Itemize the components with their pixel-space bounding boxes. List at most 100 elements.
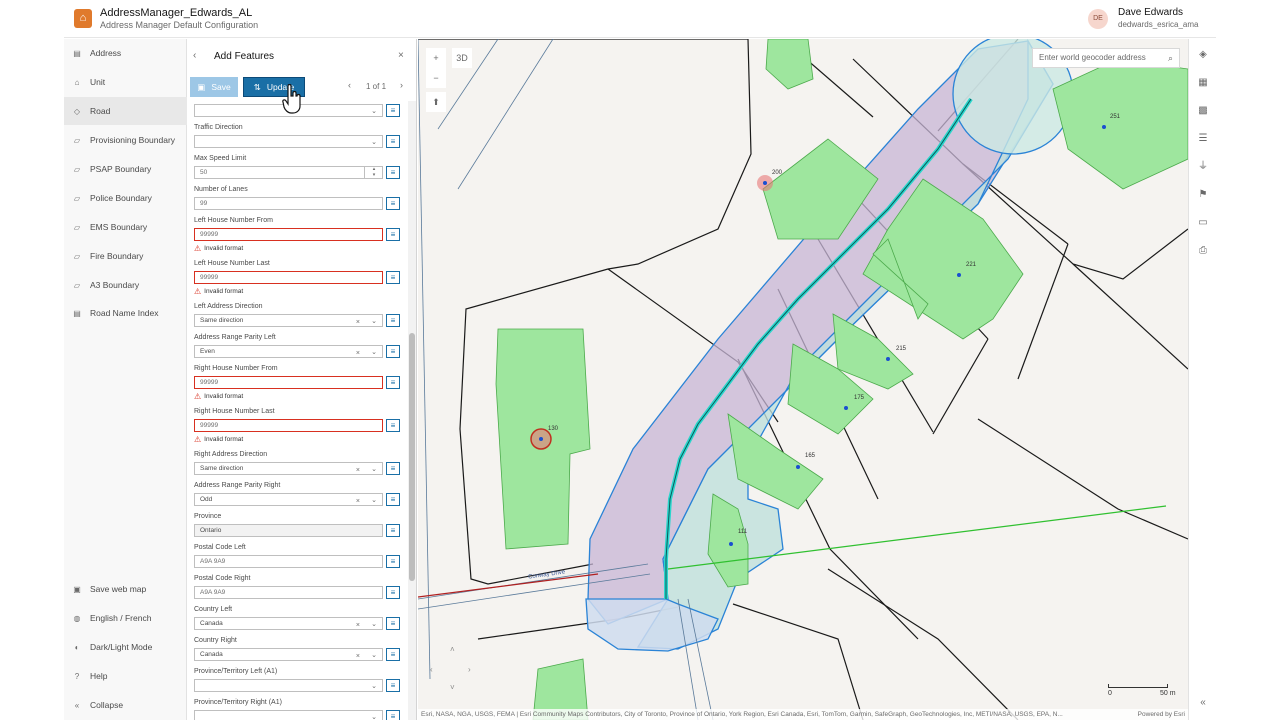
next-page-icon[interactable]: › bbox=[400, 80, 403, 90]
nav-item-a3-boundary[interactable]: ▱ A3 Boundary bbox=[64, 271, 187, 299]
field-options-icon[interactable]: ≡ bbox=[386, 228, 400, 241]
help-button[interactable]: ? Help bbox=[64, 662, 187, 690]
field-options-icon[interactable]: ≡ bbox=[386, 345, 400, 358]
geocoder-search-input[interactable]: Enter world geocoder address ⌕ bbox=[1032, 48, 1180, 68]
expand-icon[interactable]: « bbox=[1195, 695, 1211, 711]
field-options-icon[interactable]: ≡ bbox=[386, 462, 400, 475]
nav-item-ems-boundary[interactable]: ▱ EMS Boundary bbox=[64, 213, 187, 241]
nav-item-psap-boundary[interactable]: ▱ PSAP Boundary bbox=[64, 155, 187, 183]
field-select[interactable]: Same direction ⌄ × bbox=[194, 462, 383, 475]
field-input[interactable]: 99999 bbox=[194, 419, 383, 432]
chevron-down-icon[interactable]: ⌄ bbox=[371, 712, 377, 720]
field-input[interactable]: 99999 bbox=[194, 376, 383, 389]
nav-item-provisioning-boundary[interactable]: ▱ Provisioning Boundary bbox=[64, 126, 187, 154]
map-navigation-pad[interactable]: ˄ ‹ › ˅ bbox=[430, 645, 476, 695]
number-stepper[interactable]: ▴ ▾ bbox=[364, 166, 383, 179]
field-options-icon[interactable]: ≡ bbox=[386, 314, 400, 327]
save-web-map-button[interactable]: ▣ Save web map bbox=[64, 575, 187, 603]
field-options-icon[interactable]: ≡ bbox=[386, 135, 400, 148]
map-view[interactable]: + − 3D ⬆ Enter world geocoder address ⌕ … bbox=[418, 39, 1188, 720]
collapse-button[interactable]: « Collapse bbox=[64, 691, 187, 719]
field-options-icon[interactable]: ≡ bbox=[386, 166, 400, 179]
field-select[interactable]: Canada ⌄ × bbox=[194, 648, 383, 661]
close-icon[interactable]: × bbox=[398, 50, 404, 61]
field-select[interactable]: ⌄ bbox=[194, 710, 383, 720]
map-canvas[interactable] bbox=[418, 39, 1188, 720]
clear-icon[interactable]: × bbox=[356, 496, 360, 507]
chevron-down-icon[interactable]: ⌄ bbox=[371, 681, 377, 692]
grid-icon[interactable]: ▩ bbox=[1195, 103, 1211, 119]
list-icon[interactable]: ☰ bbox=[1195, 131, 1211, 147]
basemap-icon[interactable]: ▦ bbox=[1195, 75, 1211, 91]
panel-scrollbar[interactable] bbox=[408, 101, 416, 720]
chevron-down-icon[interactable]: ⌄ bbox=[371, 619, 377, 630]
field-input[interactable]: 99999 bbox=[194, 228, 383, 241]
field-options-icon[interactable]: ≡ bbox=[386, 524, 400, 537]
clear-icon[interactable]: × bbox=[356, 317, 360, 328]
pan-right-icon[interactable]: › bbox=[468, 665, 471, 674]
powered-by-label[interactable]: Powered by Esri bbox=[1138, 709, 1185, 720]
measure-icon[interactable]: ▭ bbox=[1195, 215, 1211, 231]
field-options-icon[interactable]: ≡ bbox=[386, 271, 400, 284]
nav-item-road-name-index[interactable]: ▤ Road Name Index bbox=[64, 299, 187, 327]
panel-scrollbar-thumb[interactable] bbox=[409, 333, 415, 581]
field-options-icon[interactable]: ≡ bbox=[386, 648, 400, 661]
language-toggle[interactable]: ◍ English / French bbox=[64, 604, 187, 632]
nav-item-unit[interactable]: ⌂ Unit bbox=[64, 68, 187, 96]
field-select[interactable]: Even ⌄ × bbox=[194, 345, 383, 358]
user-name[interactable]: Dave Edwards bbox=[1118, 7, 1183, 18]
field-options-icon[interactable]: ≡ bbox=[386, 493, 400, 506]
field-select[interactable]: Canada ⌄ × bbox=[194, 617, 383, 630]
field-options-icon[interactable]: ≡ bbox=[386, 679, 400, 692]
filter-icon[interactable]: ⏚ bbox=[1195, 159, 1211, 175]
field-options-icon[interactable]: ≡ bbox=[386, 586, 400, 599]
pan-left-icon[interactable]: ‹ bbox=[430, 665, 433, 674]
field-select[interactable]: Same direction ⌄ × bbox=[194, 314, 383, 327]
save-button[interactable]: ▣ Save bbox=[190, 77, 238, 97]
field-options-icon[interactable]: ≡ bbox=[386, 197, 400, 210]
clear-icon[interactable]: × bbox=[356, 465, 360, 476]
chevron-down-icon[interactable]: ⌄ bbox=[371, 316, 377, 327]
field-input[interactable]: 50 bbox=[194, 166, 383, 179]
chevron-down-icon[interactable]: ⌄ bbox=[371, 347, 377, 358]
bookmark-icon[interactable]: ⚑ bbox=[1195, 187, 1211, 203]
search-icon[interactable]: ⌕ bbox=[1168, 49, 1173, 67]
nav-item-fire-boundary[interactable]: ▱ Fire Boundary bbox=[64, 242, 187, 270]
clear-icon[interactable]: × bbox=[356, 620, 360, 631]
print-icon[interactable]: ⎙ bbox=[1195, 243, 1211, 259]
zoom-in-icon[interactable]: + bbox=[426, 48, 446, 68]
chevron-down-icon[interactable]: ⌄ bbox=[371, 464, 377, 475]
chevron-down-icon[interactable]: ⌄ bbox=[371, 495, 377, 506]
chevron-down-icon[interactable]: ⌄ bbox=[371, 106, 377, 117]
field-input[interactable]: 99999 bbox=[194, 271, 383, 284]
layers-icon[interactable]: ◈ bbox=[1195, 47, 1211, 63]
zoom-out-icon[interactable]: − bbox=[426, 68, 446, 88]
field-input[interactable]: A9A 9A9 bbox=[194, 555, 383, 568]
theme-toggle[interactable]: ◐ Dark/Light Mode bbox=[64, 633, 187, 661]
avatar[interactable]: DE bbox=[1088, 9, 1108, 29]
clear-icon[interactable]: × bbox=[356, 651, 360, 662]
field-input[interactable]: A9A 9A9 bbox=[194, 586, 383, 599]
pan-down-icon[interactable]: ˅ bbox=[450, 683, 455, 692]
view-3d-button[interactable]: 3D bbox=[452, 48, 472, 68]
nav-item-road[interactable]: ◇ Road bbox=[64, 97, 187, 125]
pan-up-icon[interactable]: ˄ bbox=[450, 645, 455, 654]
clear-icon[interactable]: × bbox=[356, 348, 360, 359]
nav-item-address[interactable]: ▤ Address bbox=[64, 39, 187, 67]
back-icon[interactable]: ‹ bbox=[193, 50, 196, 61]
chevron-down-icon[interactable]: ⌄ bbox=[371, 137, 377, 148]
field-options-icon[interactable]: ≡ bbox=[386, 104, 400, 117]
field-options-icon[interactable]: ≡ bbox=[386, 376, 400, 389]
compass-icon[interactable]: ⬆ bbox=[426, 92, 446, 112]
field-options-icon[interactable]: ≡ bbox=[386, 555, 400, 568]
field-select[interactable]: ⌄ bbox=[194, 135, 383, 148]
field-input[interactable]: 99 bbox=[194, 197, 383, 210]
field-options-icon[interactable]: ≡ bbox=[386, 710, 400, 720]
field-input[interactable]: Ontario bbox=[194, 524, 383, 537]
previous-page-icon[interactable]: ‹ bbox=[348, 80, 351, 90]
field-select[interactable]: Odd ⌄ × bbox=[194, 493, 383, 506]
field-select[interactable]: ⌄ bbox=[194, 679, 383, 692]
chevron-down-icon[interactable]: ⌄ bbox=[371, 650, 377, 661]
field-options-icon[interactable]: ≡ bbox=[386, 419, 400, 432]
field-options-icon[interactable]: ≡ bbox=[386, 617, 400, 630]
